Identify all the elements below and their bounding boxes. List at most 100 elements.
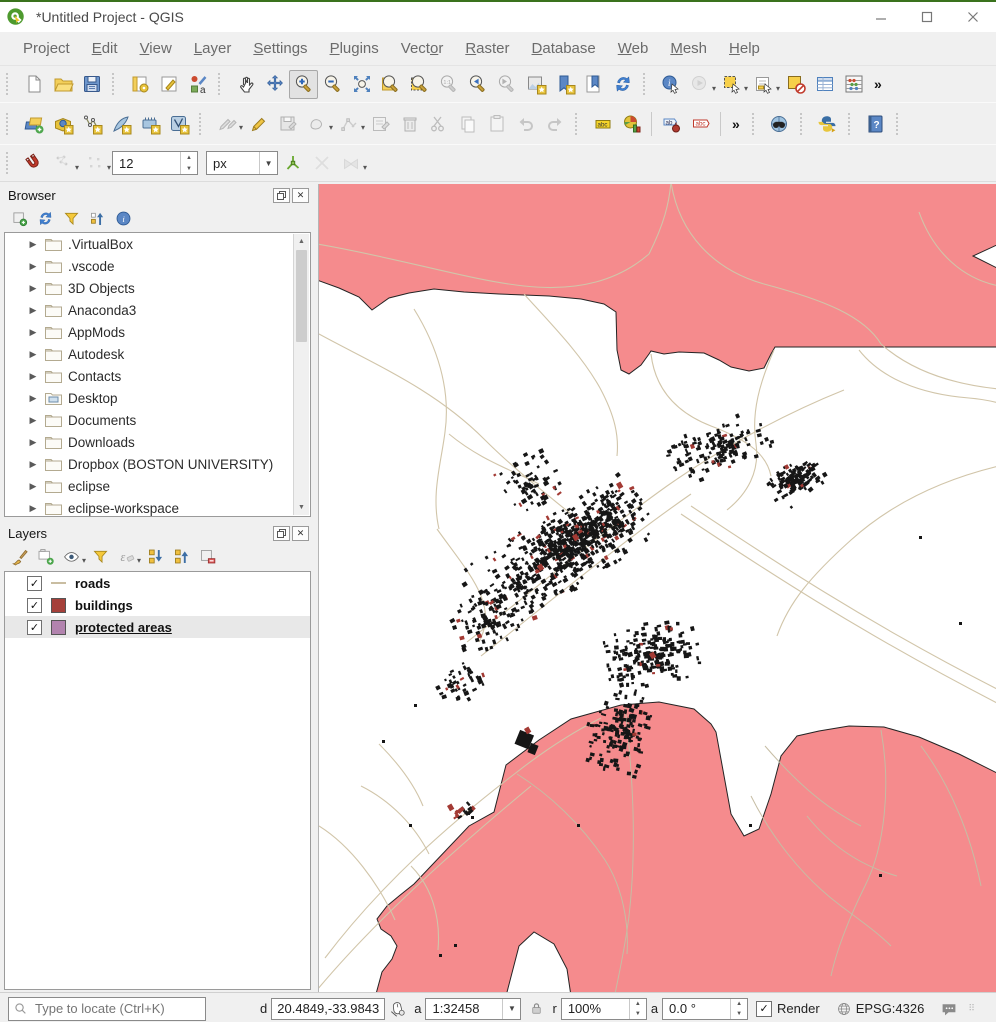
expand-all-layers-button[interactable] <box>142 543 168 569</box>
browser-item-3d-objects[interactable]: ▶3D Objects <box>5 277 310 299</box>
toolbar-grip[interactable] <box>896 113 906 135</box>
metasearch-button[interactable] <box>765 109 794 138</box>
filter-browser-button[interactable] <box>58 205 84 231</box>
open-data-source-manager-button[interactable] <box>19 109 48 138</box>
spin-up-icon[interactable]: ▲ <box>630 999 646 1009</box>
spin-up-icon[interactable]: ▲ <box>731 999 747 1009</box>
current-edits-button[interactable] <box>212 109 241 138</box>
zoom-to-layer-button[interactable] <box>376 70 405 99</box>
toolbar-grip[interactable] <box>218 73 228 95</box>
locator-input[interactable] <box>33 1000 197 1017</box>
toolbar-grip[interactable] <box>800 113 810 135</box>
browser-item-dropbox-boston-university-[interactable]: ▶Dropbox (BOSTON UNIVERSITY) <box>5 453 310 475</box>
zoom-in-button[interactable] <box>289 70 318 99</box>
layer-row-roads[interactable]: ✓ roads <box>5 572 310 594</box>
browser-scrollbar-thumb[interactable] <box>296 250 307 342</box>
toolbar-grip[interactable] <box>752 113 762 135</box>
expand-caret-icon[interactable]: ▶ <box>27 437 39 448</box>
expand-caret-icon[interactable]: ▶ <box>27 239 39 250</box>
toggle-editing-button[interactable] <box>244 109 273 138</box>
deselect-features-button[interactable] <box>781 70 810 99</box>
select-features-by-value-button[interactable] <box>749 70 778 99</box>
toolbar-grip[interactable] <box>575 113 585 135</box>
browser-float-icon[interactable] <box>273 188 290 203</box>
extents-tracking-icon[interactable] <box>389 1000 406 1017</box>
show-spatial-bookmarks-button[interactable] <box>579 70 608 99</box>
toolbar-grip[interactable] <box>112 73 122 95</box>
dropdown-caret-icon[interactable]: ▾ <box>361 123 365 132</box>
new-spatial-bookmark-button[interactable] <box>550 70 579 99</box>
new-spatialite-layer-button[interactable] <box>106 109 135 138</box>
highlight-pinned-labels-button[interactable]: abc <box>686 109 715 138</box>
enable-properties-widget-button[interactable]: i <box>110 205 136 231</box>
expand-caret-icon[interactable]: ▶ <box>27 481 39 492</box>
menu-plugins[interactable]: Plugins <box>319 36 390 61</box>
zoom-out-button[interactable] <box>318 70 347 99</box>
browser-item-appmods[interactable]: ▶AppMods <box>5 321 310 343</box>
layer-visibility-checkbox[interactable]: ✓ <box>27 576 42 591</box>
new-map-view-button[interactable] <box>521 70 550 99</box>
toolbar-grip[interactable] <box>6 152 16 174</box>
layer-label[interactable]: protected areas <box>75 620 172 635</box>
locator-search[interactable] <box>8 997 206 1021</box>
layer-visibility-checkbox[interactable]: ✓ <box>27 620 42 635</box>
browser-scrollbar[interactable]: ▲ ▼ <box>293 234 309 515</box>
expand-caret-icon[interactable]: ▶ <box>27 327 39 338</box>
remove-layer-button[interactable] <box>194 543 220 569</box>
identify-features-button[interactable]: i <box>656 70 685 99</box>
menu-help[interactable]: Help <box>718 36 771 61</box>
scale-combo[interactable]: 1:32458 ▼ <box>425 998 521 1020</box>
paste-features-button[interactable] <box>482 109 511 138</box>
menu-vector[interactable]: Vector <box>390 36 455 61</box>
window-resize-grip[interactable]: ⠿ <box>968 1003 976 1014</box>
browser-item-anaconda3[interactable]: ▶Anaconda3 <box>5 299 310 321</box>
menu-web[interactable]: Web <box>607 36 660 61</box>
close-button[interactable] <box>950 2 996 32</box>
menu-layer[interactable]: Layer <box>183 36 243 61</box>
snapping-on-intersection-button[interactable] <box>307 149 336 178</box>
new-mesh-layer-button[interactable] <box>164 109 193 138</box>
open-attribute-table-button[interactable] <box>810 70 839 99</box>
spin-down-icon[interactable]: ▼ <box>630 1009 646 1019</box>
pin-unpin-labels-button[interactable]: ab <box>657 109 686 138</box>
self-snapping-button[interactable] <box>336 149 365 178</box>
spin-down-icon[interactable]: ▼ <box>181 163 197 174</box>
layer-label[interactable]: roads <box>75 576 110 591</box>
map-canvas[interactable] <box>318 184 996 992</box>
zoom-next-button[interactable] <box>492 70 521 99</box>
vertex-tool-button[interactable] <box>334 109 363 138</box>
expand-caret-icon[interactable]: ▶ <box>27 459 39 470</box>
show-layout-manager-button[interactable] <box>154 70 183 99</box>
python-console-button[interactable] <box>813 109 842 138</box>
toolbar-overflow-button[interactable]: » <box>732 116 740 132</box>
topological-editing-button[interactable] <box>278 149 307 178</box>
filter-legend-button[interactable] <box>87 543 113 569</box>
browser-item-desktop[interactable]: ▶Desktop <box>5 387 310 409</box>
browser-item-documents[interactable]: ▶Documents <box>5 409 310 431</box>
expand-caret-icon[interactable]: ▶ <box>27 283 39 294</box>
save-project-button[interactable] <box>77 70 106 99</box>
scroll-down-icon[interactable]: ▼ <box>294 500 309 515</box>
cut-features-button[interactable] <box>424 109 453 138</box>
expand-caret-icon[interactable]: ▶ <box>27 261 39 272</box>
copy-features-button[interactable] <box>453 109 482 138</box>
pan-map-button[interactable] <box>231 70 260 99</box>
menu-project[interactable]: Project <box>12 36 81 61</box>
toolbar-overflow-button[interactable]: » <box>874 76 882 92</box>
undo-button[interactable] <box>511 109 540 138</box>
snapping-mode-button[interactable] <box>80 149 109 178</box>
toolbar-grip[interactable] <box>6 113 16 135</box>
maximize-button[interactable] <box>904 2 950 32</box>
new-print-layout-button[interactable] <box>125 70 154 99</box>
toolbar-grip[interactable] <box>199 113 209 135</box>
layer-diagram-options-button[interactable] <box>617 109 646 138</box>
browser-item-eclipse[interactable]: ▶eclipse <box>5 475 310 497</box>
pan-to-selection-button[interactable] <box>260 70 289 99</box>
enable-snapping-button[interactable] <box>19 149 48 178</box>
dropdown-caret-icon[interactable]: ▾ <box>744 84 748 93</box>
browser-item-downloads[interactable]: ▶Downloads <box>5 431 310 453</box>
rotation-spin[interactable]: 0.0 ° ▲▼ <box>662 998 748 1020</box>
redo-button[interactable] <box>540 109 569 138</box>
layer-labeling-options-button[interactable]: abc <box>588 109 617 138</box>
open-project-button[interactable] <box>48 70 77 99</box>
